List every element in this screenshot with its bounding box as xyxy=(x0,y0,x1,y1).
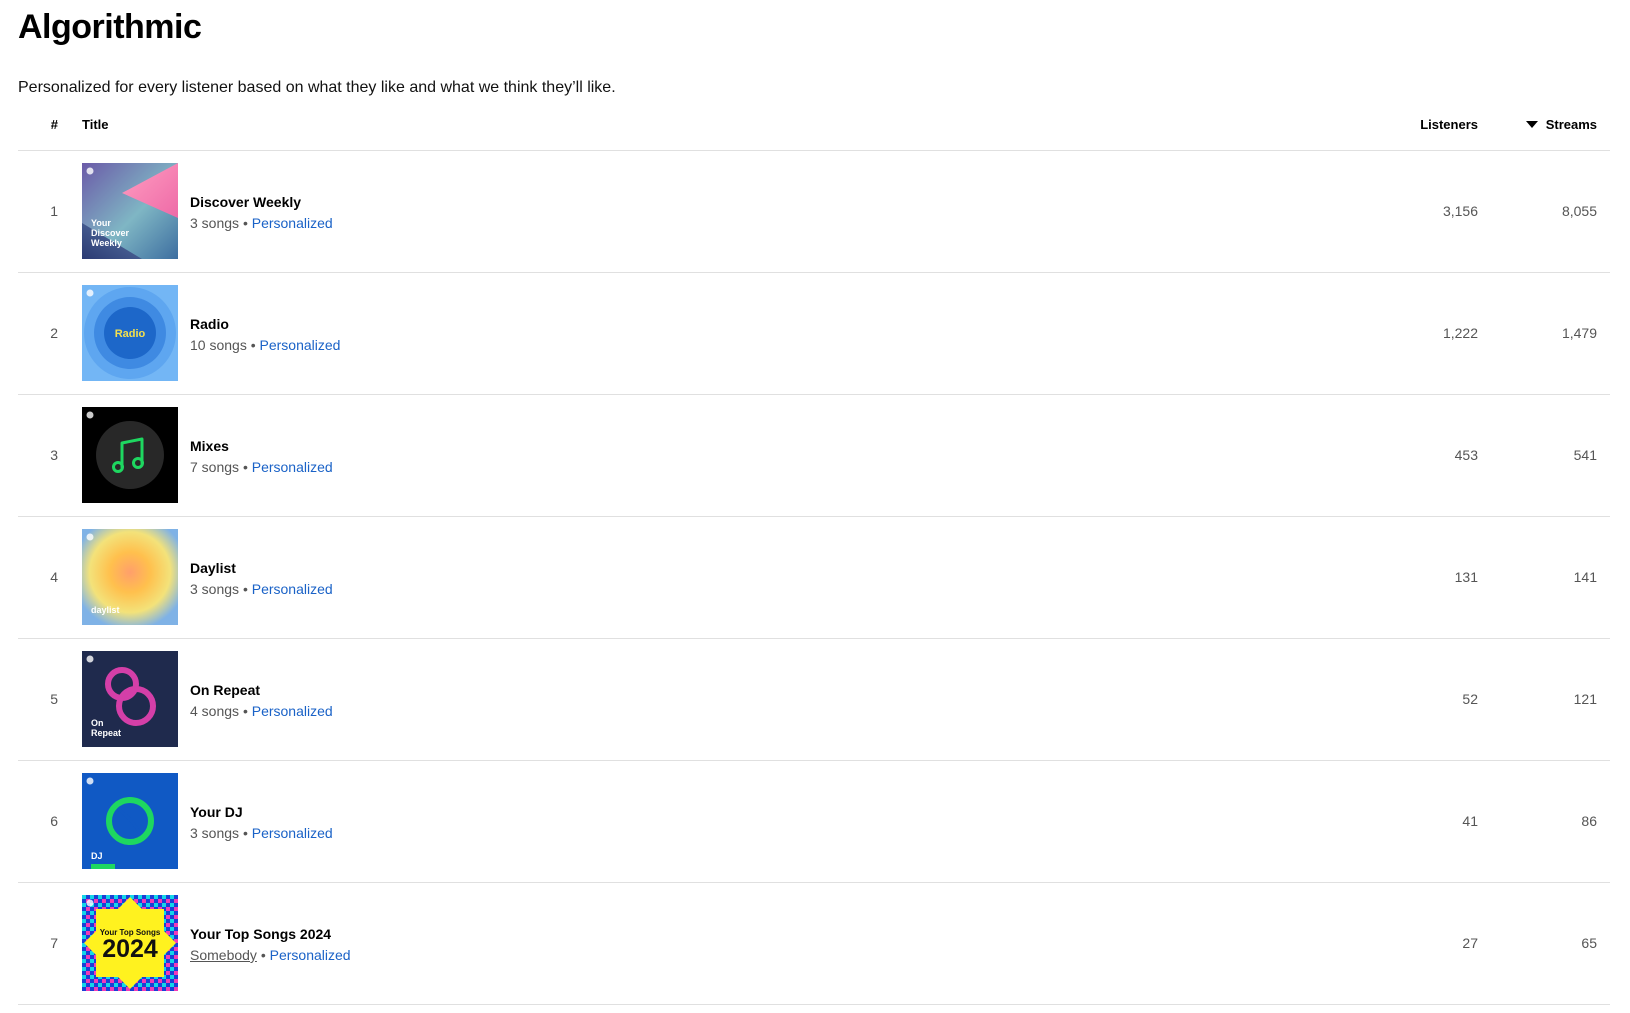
listeners-count: 131 xyxy=(1454,569,1478,585)
top-songs-2024-cover[interactable]: Your Top Songs 2024 xyxy=(82,895,178,991)
svg-text:2024: 2024 xyxy=(102,935,158,963)
owner-link[interactable]: Somebody xyxy=(190,947,257,963)
listeners-count: 1,222 xyxy=(1442,325,1478,341)
table-row[interactable]: 5 On Repeat On Repeat 4 songs • Personal… xyxy=(18,639,1610,761)
table-row[interactable]: 3 Mixes 7 songs • Personalized 453 541 xyxy=(18,395,1610,517)
playlist-title[interactable]: Daylist xyxy=(190,559,333,577)
playlist-subtitle: Somebody • Personalized xyxy=(190,945,351,965)
playlist-subtitle: 7 songs • Personalized xyxy=(190,457,333,477)
streams-count: 8,055 xyxy=(1561,203,1597,219)
row-info: Discover Weekly 3 songs • Personalized xyxy=(190,193,333,233)
svg-text:Your: Your xyxy=(91,218,111,228)
streams-count: 141 xyxy=(1573,569,1597,585)
separator: • xyxy=(242,215,248,231)
playlist-subtitle: 3 songs • Personalized xyxy=(190,213,333,233)
separator: • xyxy=(242,825,248,841)
listeners-count: 453 xyxy=(1454,447,1478,463)
song-count: 3 songs xyxy=(190,215,240,231)
row-info: Your DJ 3 songs • Personalized xyxy=(190,803,333,843)
table-row[interactable]: 6 DJ Your DJ 3 songs • Personalized 41 8… xyxy=(18,761,1610,883)
song-count: 10 songs xyxy=(190,337,247,353)
playlist-title[interactable]: Your DJ xyxy=(190,803,333,821)
svg-text:Discover: Discover xyxy=(91,228,130,238)
svg-text:DJ: DJ xyxy=(91,851,103,861)
table-row[interactable]: 7 Your Top Songs 2024 Your Top Songs 202… xyxy=(18,883,1610,1005)
column-header-listeners[interactable]: Listeners xyxy=(1420,117,1478,132)
separator: • xyxy=(242,459,248,475)
column-header-streams-label: Streams xyxy=(1545,117,1597,132)
row-info: Radio 10 songs • Personalized xyxy=(190,315,340,355)
row-index: 4 xyxy=(50,569,58,585)
playlist-subtitle: 10 songs • Personalized xyxy=(190,335,340,355)
personalized-link[interactable]: Personalized xyxy=(252,581,333,597)
daylist-cover[interactable]: daylist xyxy=(82,529,178,625)
row-index: 3 xyxy=(50,447,58,463)
playlist-subtitle: 3 songs • Personalized xyxy=(190,823,333,843)
playlist-title[interactable]: Discover Weekly xyxy=(190,193,333,211)
separator: • xyxy=(242,581,248,597)
song-count: 3 songs xyxy=(190,825,240,841)
radio-cover[interactable]: Radio xyxy=(82,285,178,381)
personalized-link[interactable]: Personalized xyxy=(252,215,333,231)
discover-weekly-cover[interactable]: Your Discover Weekly xyxy=(82,163,178,259)
table-row[interactable]: 1 Your Discover Weekly Discover Weekly 3… xyxy=(18,151,1610,273)
personalized-link[interactable]: Personalized xyxy=(270,947,351,963)
listeners-count: 52 xyxy=(1462,691,1478,707)
svg-text:daylist: daylist xyxy=(91,605,120,615)
column-header-title[interactable]: Title xyxy=(82,117,109,132)
playlist-title[interactable]: Mixes xyxy=(190,437,333,455)
personalized-link[interactable]: Personalized xyxy=(252,825,333,841)
personalized-link[interactable]: Personalized xyxy=(252,459,333,475)
playlist-title[interactable]: Radio xyxy=(190,315,340,333)
song-count: 7 songs xyxy=(190,459,240,475)
listeners-count: 27 xyxy=(1462,935,1478,951)
listeners-count: 41 xyxy=(1462,813,1478,829)
playlist-subtitle: 4 songs • Personalized xyxy=(190,701,333,721)
table-row[interactable]: 2 Radio Radio 10 songs • Personalized 1,… xyxy=(18,273,1610,395)
on-repeat-cover[interactable]: On Repeat xyxy=(82,651,178,747)
svg-text:Radio: Radio xyxy=(115,328,146,340)
separator: • xyxy=(260,947,266,963)
row-info: Mixes 7 songs • Personalized xyxy=(190,437,333,477)
sort-descending-icon xyxy=(1525,121,1538,128)
svg-text:Repeat: Repeat xyxy=(91,728,121,738)
personalized-link[interactable]: Personalized xyxy=(252,703,333,719)
streams-count: 1,479 xyxy=(1561,325,1597,341)
separator: • xyxy=(250,337,256,353)
song-count: 4 songs xyxy=(190,703,240,719)
personalized-link[interactable]: Personalized xyxy=(260,337,341,353)
table-row[interactable]: 4 daylist Daylist 3 songs • Personalized xyxy=(18,517,1610,639)
playlist-subtitle: 3 songs • Personalized xyxy=(190,579,333,599)
row-index: 2 xyxy=(50,325,58,341)
column-header-streams[interactable]: Streams xyxy=(1525,117,1597,132)
music-note-cover[interactable] xyxy=(82,407,178,503)
row-info: Daylist 3 songs • Personalized xyxy=(190,559,333,599)
streams-count: 65 xyxy=(1581,935,1597,951)
svg-text:On: On xyxy=(91,718,104,728)
row-index: 6 xyxy=(50,813,58,829)
svg-text:Weekly: Weekly xyxy=(91,238,122,248)
playlist-title[interactable]: Your Top Songs 2024 xyxy=(190,925,351,943)
page-title: Algorithmic xyxy=(18,8,202,46)
streams-count: 541 xyxy=(1573,447,1597,463)
algorithmic-section: Algorithmic Personalized for every liste… xyxy=(18,0,1610,1005)
separator: • xyxy=(242,703,248,719)
row-info: On Repeat 4 songs • Personalized xyxy=(190,681,333,721)
row-index: 1 xyxy=(50,203,58,219)
playlist-title[interactable]: On Repeat xyxy=(190,681,333,699)
streams-count: 121 xyxy=(1573,691,1597,707)
streams-count: 86 xyxy=(1581,813,1597,829)
row-index: 5 xyxy=(50,691,58,707)
row-info: Your Top Songs 2024 Somebody • Personali… xyxy=(190,925,351,965)
section-description: Personalized for every listener based on… xyxy=(18,79,616,96)
listeners-count: 3,156 xyxy=(1442,203,1478,219)
row-index: 7 xyxy=(50,935,58,951)
dj-cover[interactable]: DJ xyxy=(82,773,178,869)
song-count: 3 songs xyxy=(190,581,240,597)
column-header-index: # xyxy=(50,117,58,132)
table-header: # Title Listeners Streams xyxy=(18,110,1610,151)
